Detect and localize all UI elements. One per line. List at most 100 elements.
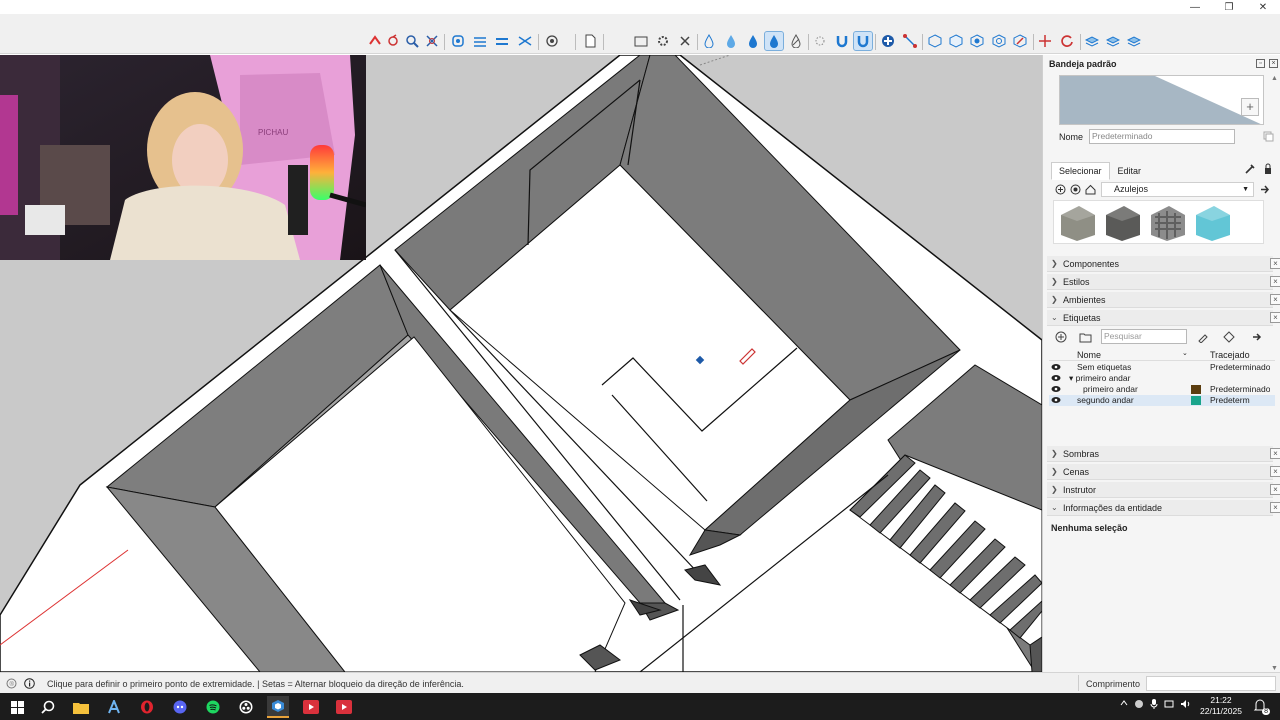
- layer-b-icon[interactable]: [1104, 32, 1122, 50]
- box-hidden-icon[interactable]: [1011, 32, 1029, 50]
- tags-details-icon[interactable]: [1251, 331, 1263, 343]
- tray-close-icon[interactable]: ×: [1269, 59, 1278, 68]
- eye-icon[interactable]: [1051, 374, 1061, 382]
- section-instrutor[interactable]: ❯ Instrutor ×: [1047, 482, 1280, 498]
- windows-start-icon[interactable]: [6, 696, 28, 718]
- network-icon[interactable]: [1164, 699, 1174, 709]
- box-front-icon[interactable]: [947, 32, 965, 50]
- tag-color-swatch[interactable]: [1191, 385, 1201, 394]
- box-iso-icon[interactable]: [926, 32, 944, 50]
- delete-icon[interactable]: [676, 32, 694, 50]
- search-icon[interactable]: [37, 696, 59, 718]
- col-name-header[interactable]: Nome: [1077, 350, 1101, 360]
- details-arrow-icon[interactable]: [1259, 184, 1270, 195]
- eye-icon[interactable]: [1051, 396, 1061, 404]
- add-tag-icon[interactable]: [1055, 331, 1067, 343]
- magnet-active-icon[interactable]: [853, 31, 873, 51]
- opera-icon[interactable]: [136, 696, 158, 718]
- sandbox-drape-icon[interactable]: [722, 32, 740, 50]
- section-componentes[interactable]: ❯ Componentes ×: [1047, 256, 1280, 272]
- volume-icon[interactable]: [1180, 699, 1190, 709]
- clock[interactable]: 21:22 22/11/2025: [1196, 695, 1246, 717]
- pin-icon[interactable]: ▫: [1256, 59, 1265, 68]
- explode-icon[interactable]: [811, 32, 829, 50]
- eye-icon[interactable]: [1051, 363, 1061, 371]
- section-entity-info[interactable]: ⌄ Informações da entidade ×: [1047, 500, 1280, 516]
- tab-select[interactable]: Selecionar: [1051, 162, 1110, 180]
- box-right-icon[interactable]: [990, 32, 1008, 50]
- layer-c-icon[interactable]: [1125, 32, 1143, 50]
- col-dash-header[interactable]: Tracejado: [1210, 350, 1250, 360]
- chevron-up-icon[interactable]: [1120, 699, 1128, 707]
- tag-tool-icon[interactable]: [1223, 331, 1235, 343]
- sandbox-fill-icon[interactable]: [744, 32, 762, 50]
- file-explorer-icon[interactable]: [70, 696, 92, 718]
- add-folder-icon[interactable]: [1079, 331, 1093, 343]
- zoom-extents-icon[interactable]: [423, 32, 441, 50]
- app-red-1-icon[interactable]: [300, 696, 322, 718]
- tray-app-icon[interactable]: [1134, 699, 1144, 709]
- swatch-tile-4[interactable]: [1192, 203, 1234, 243]
- model-viewport[interactable]: PICHAU: [0, 55, 1042, 672]
- paint-by-tag-icon[interactable]: [1197, 331, 1209, 343]
- orbit-icon[interactable]: [449, 32, 467, 50]
- autodesk-icon[interactable]: [103, 696, 125, 718]
- sketchup-icon[interactable]: [267, 696, 289, 718]
- scroll-down-icon[interactable]: ▼: [1271, 665, 1278, 672]
- rotate-refresh-icon[interactable]: [1058, 32, 1076, 50]
- restore-button[interactable]: ❐: [1212, 0, 1246, 14]
- paint-bucket-icon[interactable]: [700, 32, 718, 50]
- tag-color-swatch[interactable]: [1191, 396, 1201, 405]
- line-tool-icon[interactable]: [901, 32, 919, 50]
- section-ambientes[interactable]: ❯ Ambientes ×: [1047, 292, 1280, 308]
- tab-edit[interactable]: Editar: [1110, 162, 1150, 180]
- home-icon[interactable]: [1085, 184, 1096, 195]
- follow-me-icon[interactable]: [366, 32, 384, 50]
- create-material-icon[interactable]: +: [1241, 98, 1259, 116]
- section-etiquetas[interactable]: ⌄ Etiquetas ×: [1047, 310, 1280, 326]
- tag-row-primeiro[interactable]: primeiro andar Predeterminado: [1049, 384, 1275, 395]
- minimize-button[interactable]: —: [1178, 0, 1212, 14]
- eye-icon[interactable]: [1051, 385, 1061, 393]
- model-materials-icon[interactable]: [1070, 184, 1081, 195]
- swatch-tile-2[interactable]: [1102, 203, 1144, 243]
- microphone-icon[interactable]: [1150, 699, 1158, 709]
- zoom-icon[interactable]: [403, 32, 421, 50]
- obs-icon[interactable]: [235, 696, 257, 718]
- box-top-icon[interactable]: [968, 32, 986, 50]
- material-name-field[interactable]: Predeterminado: [1089, 129, 1235, 144]
- info-icon[interactable]: [24, 678, 35, 689]
- section-estilos[interactable]: ❯ Estilos ×: [1047, 274, 1280, 290]
- section-cenas[interactable]: ❯ Cenas ×: [1047, 464, 1280, 480]
- notification-bell-icon[interactable]: 8: [1252, 698, 1270, 715]
- add-icon[interactable]: [879, 32, 897, 50]
- back-icon[interactable]: [1055, 184, 1066, 195]
- eyedropper-icon[interactable]: [1244, 163, 1256, 175]
- tags-search-input[interactable]: Pesquisar: [1101, 329, 1187, 344]
- layer-a-icon[interactable]: [1083, 32, 1101, 50]
- section-display-icon[interactable]: [516, 32, 534, 50]
- new-file-icon[interactable]: [581, 32, 599, 50]
- settings-gear-icon[interactable]: [654, 32, 672, 50]
- sandbox-stamp-icon[interactable]: [787, 32, 805, 50]
- tag-row-folder-primeiro[interactable]: ▾ primeiro andar: [1049, 373, 1275, 384]
- swatch-tile-3[interactable]: [1147, 203, 1189, 243]
- collection-dropdown[interactable]: Azulejos ▼: [1101, 182, 1254, 197]
- geo-status-icon[interactable]: ®: [6, 678, 17, 689]
- close-button[interactable]: ✕: [1246, 0, 1280, 14]
- section-plane-icon[interactable]: [471, 32, 489, 50]
- sandbox-smoove-icon[interactable]: [764, 31, 784, 51]
- section-fill-icon[interactable]: [493, 32, 511, 50]
- tag-row-untagged[interactable]: Sem etiquetas Predeterminado: [1049, 362, 1275, 373]
- discord-icon[interactable]: [169, 696, 191, 718]
- tag-row-segundo[interactable]: segundo andar Predeterm: [1049, 395, 1275, 406]
- tray-scrollbar[interactable]: ▲ ▼: [1270, 75, 1280, 672]
- scroll-up-icon[interactable]: ▲: [1271, 75, 1278, 82]
- section-sombras[interactable]: ❯ Sombras ×: [1047, 446, 1280, 462]
- rotate-icon[interactable]: [384, 32, 402, 50]
- geo-location-icon[interactable]: [543, 32, 561, 50]
- app-red-2-icon[interactable]: [333, 696, 355, 718]
- measurement-input[interactable]: [1146, 676, 1276, 691]
- magnet-icon[interactable]: [833, 32, 851, 50]
- swatch-tile-1[interactable]: [1057, 203, 1099, 243]
